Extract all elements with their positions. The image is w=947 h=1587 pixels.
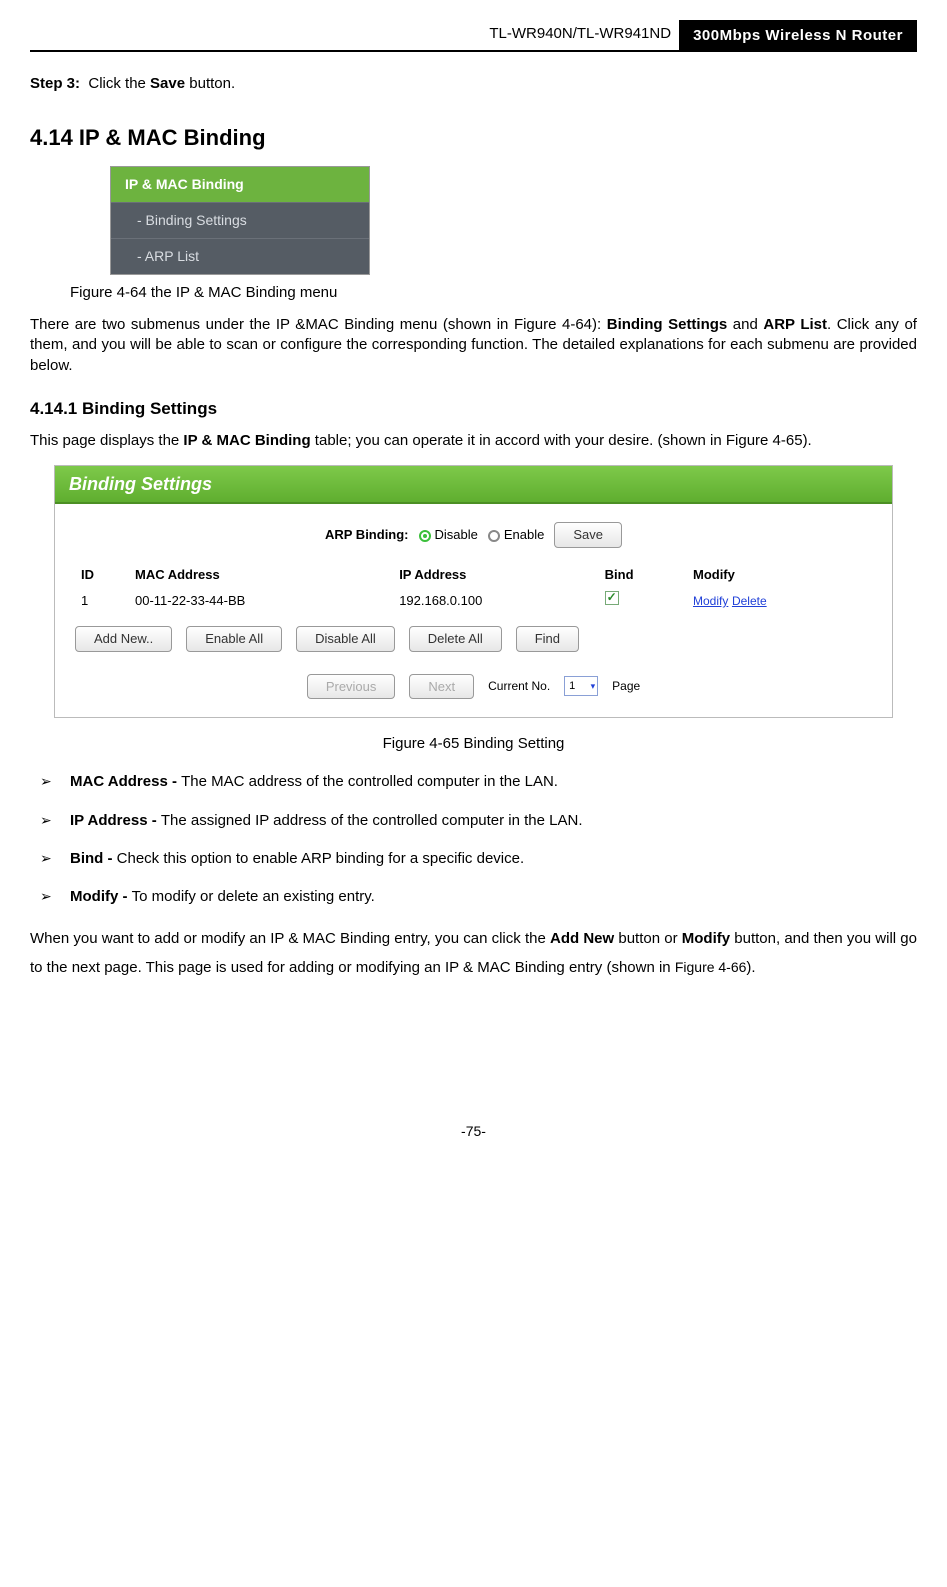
radio-disable-label: Disable	[435, 527, 478, 542]
figure-4-65-caption: Figure 4-65 Binding Setting	[30, 734, 917, 754]
binding-table: ID MAC Address IP Address Bind Modify 1 …	[75, 562, 872, 614]
bullet-list: MAC Address - The MAC address of the con…	[30, 772, 917, 907]
table-header-row: ID MAC Address IP Address Bind Modify	[75, 562, 872, 588]
menu-header[interactable]: IP & MAC Binding	[111, 167, 369, 202]
p2-b: IP & MAC Binding	[183, 432, 310, 449]
bullet-bind: Bind - Check this option to enable ARP b…	[30, 849, 917, 869]
cell-bind	[599, 587, 687, 614]
bullet-modify-text: To modify or delete an existing entry.	[132, 888, 375, 905]
menu-item-binding-settings[interactable]: - Binding Settings	[111, 202, 369, 238]
p1-b2: ARP List	[763, 316, 827, 333]
cell-modify: Modify Delete	[687, 587, 872, 614]
delete-all-button[interactable]: Delete All	[409, 626, 502, 652]
bullet-mac-bold: MAC Address -	[70, 773, 181, 790]
page-select[interactable]: 1 ▾	[564, 676, 598, 696]
page-header: TL-WR940N/TL-WR941ND 300Mbps Wireless N …	[30, 20, 917, 52]
step3-before: Click the	[88, 75, 150, 92]
chevron-down-icon: ▾	[591, 680, 596, 692]
modify-link[interactable]: Modify	[693, 594, 728, 608]
p1-a: There are two submenus under the IP &MAC…	[30, 316, 607, 333]
find-button[interactable]: Find	[516, 626, 579, 652]
subsection-title: 4.14.1 Binding Settings	[30, 398, 917, 421]
next-button[interactable]: Next	[409, 674, 474, 700]
arp-binding-label: ARP Binding:	[325, 526, 409, 544]
page-label: Page	[612, 678, 640, 694]
col-modify: Modify	[687, 562, 872, 588]
radio-empty-icon	[488, 530, 500, 542]
panel-body: ARP Binding: Disable Enable Save ID MAC …	[55, 504, 892, 717]
subsection-intro: This page displays the IP & MAC Binding …	[30, 431, 917, 451]
cell-mac: 00-11-22-33-44-BB	[129, 587, 393, 614]
bullet-mac-text: The MAC address of the controlled comput…	[181, 773, 558, 790]
panel-title: Binding Settings	[55, 466, 892, 504]
arp-binding-row: ARP Binding: Disable Enable Save	[75, 522, 872, 548]
p3-end: ).	[746, 959, 755, 976]
radio-enable-label: Enable	[504, 527, 544, 542]
p1-b1: Binding Settings	[607, 316, 728, 333]
p2-c: table; you can operate it in accord with…	[311, 432, 812, 449]
save-button[interactable]: Save	[554, 522, 622, 548]
radio-dot-icon	[419, 530, 431, 542]
bind-checkbox[interactable]	[605, 591, 619, 605]
disable-all-button[interactable]: Disable All	[296, 626, 395, 652]
current-no-label: Current No.	[488, 678, 550, 694]
col-bind: Bind	[599, 562, 687, 588]
action-button-row: Add New.. Enable All Disable All Delete …	[75, 626, 872, 652]
p3-a: When you want to add or modify an IP & M…	[30, 930, 550, 947]
bullet-modify-bold: Modify -	[70, 888, 132, 905]
bullet-ip: IP Address - The assigned IP address of …	[30, 811, 917, 831]
p3-fig: Figure 4-66	[675, 959, 747, 975]
menu-figure: IP & MAC Binding - Binding Settings - AR…	[110, 166, 370, 275]
add-new-button[interactable]: Add New..	[75, 626, 172, 652]
intro-paragraph: There are two submenus under the IP &MAC…	[30, 315, 917, 376]
header-left: TL-WR940N/TL-WR941ND	[30, 20, 679, 52]
table-row: 1 00-11-22-33-44-BB 192.168.0.100 Modify…	[75, 587, 872, 614]
header-right: 300Mbps Wireless N Router	[679, 20, 917, 52]
col-id: ID	[75, 562, 129, 588]
p1-mid: and	[727, 316, 763, 333]
page-value: 1	[569, 679, 575, 694]
closing-paragraph: When you want to add or modify an IP & M…	[30, 925, 917, 982]
step3-bold: Save	[150, 75, 185, 92]
bullet-ip-text: The assigned IP address of the controlle…	[161, 812, 583, 829]
bullet-mac: MAC Address - The MAC address of the con…	[30, 772, 917, 792]
section-title: 4.14 IP & MAC Binding	[30, 123, 917, 153]
p2-a: This page displays the	[30, 432, 183, 449]
p3-b2: Modify	[682, 930, 730, 947]
figure-4-64-caption: Figure 4-64 the IP & MAC Binding menu	[70, 283, 917, 303]
bullet-ip-bold: IP Address -	[70, 812, 161, 829]
bullet-modify: Modify - To modify or delete an existing…	[30, 887, 917, 907]
step3-label: Step 3:	[30, 75, 80, 92]
radio-disable[interactable]: Disable	[419, 526, 478, 544]
bullet-bind-text: Check this option to enable ARP binding …	[117, 850, 524, 867]
binding-settings-panel: Binding Settings ARP Binding: Disable En…	[54, 465, 893, 718]
delete-link[interactable]: Delete	[732, 594, 767, 608]
step3-line: Step 3: Click the Save button.	[30, 74, 917, 94]
enable-all-button[interactable]: Enable All	[186, 626, 282, 652]
previous-button[interactable]: Previous	[307, 674, 396, 700]
cell-ip: 192.168.0.100	[393, 587, 598, 614]
col-ip: IP Address	[393, 562, 598, 588]
p3-b1: Add New	[550, 930, 614, 947]
bullet-bind-bold: Bind -	[70, 850, 117, 867]
step3-after: button.	[185, 75, 235, 92]
cell-id: 1	[75, 587, 129, 614]
pager-row: Previous Next Current No. 1 ▾ Page	[75, 674, 872, 700]
radio-enable[interactable]: Enable	[488, 526, 544, 544]
col-mac: MAC Address	[129, 562, 393, 588]
page-number: -75-	[30, 1122, 917, 1141]
menu-item-arp-list[interactable]: - ARP List	[111, 238, 369, 274]
p3-mid1: button or	[614, 930, 682, 947]
